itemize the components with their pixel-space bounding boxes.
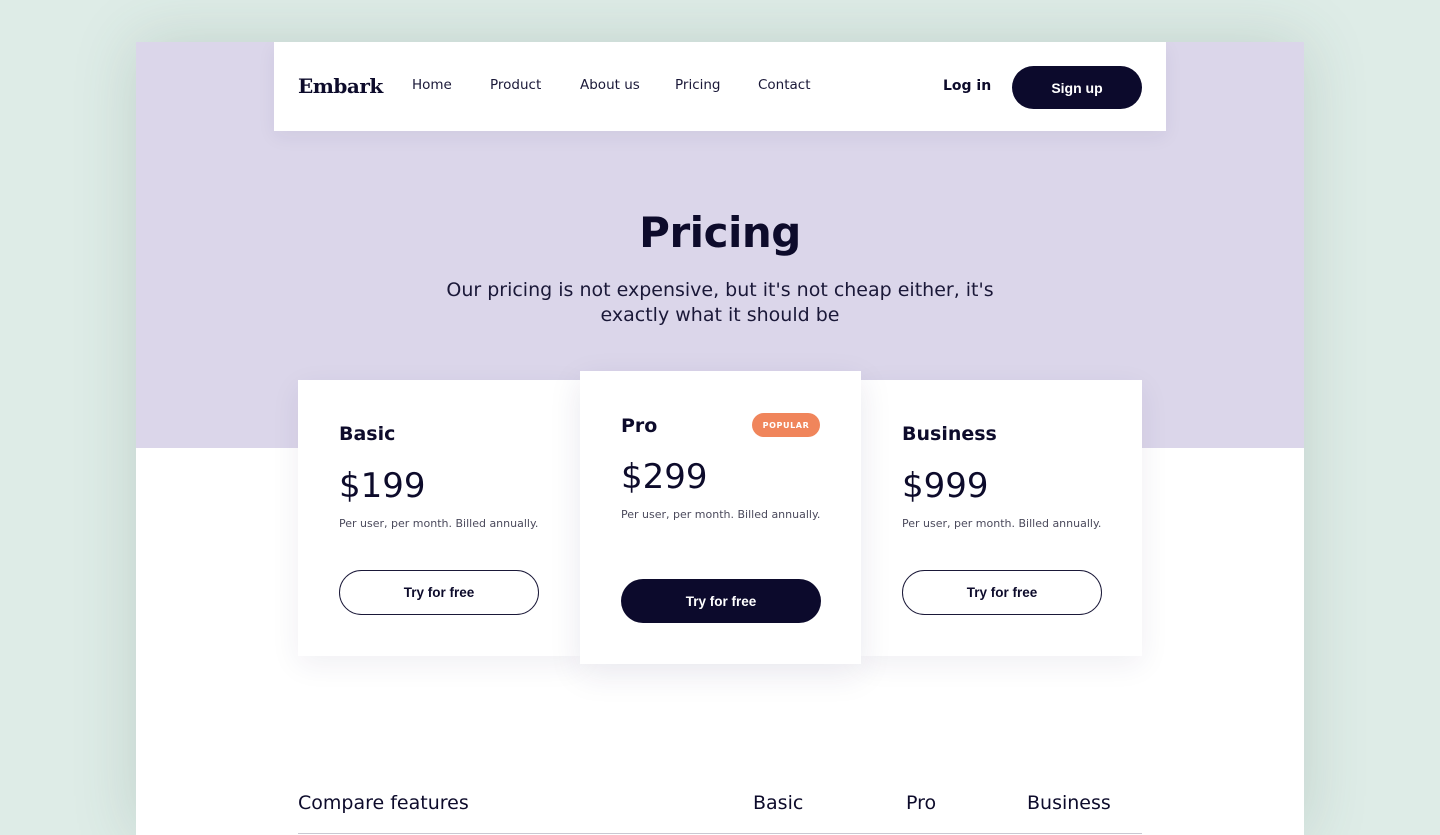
plan-price: $199 [339, 466, 426, 506]
page-title: Pricing [639, 208, 801, 257]
nav-link-home[interactable]: Home [412, 77, 452, 93]
compare-column-pro: Pro [906, 792, 937, 814]
pricing-page: Embark Home Product About us Pricing Con… [136, 42, 1304, 835]
signup-button[interactable]: Sign up [1012, 66, 1142, 109]
try-for-free-button[interactable]: Try for free [621, 579, 821, 623]
nav-link-product[interactable]: Product [490, 77, 541, 93]
plan-card-business: Business $999 Per user, per month. Bille… [861, 380, 1142, 656]
compare-column-basic: Basic [753, 792, 804, 814]
compare-divider [298, 833, 1142, 834]
compare-features-heading: Compare features [298, 792, 469, 814]
plan-card-basic: Basic $199 Per user, per month. Billed a… [298, 380, 580, 656]
plan-name: Business [902, 423, 997, 445]
nav-link-contact[interactable]: Contact [758, 77, 811, 93]
page-subtitle: Our pricing is not expensive, but it's n… [446, 279, 994, 326]
logo[interactable]: Embark [298, 74, 383, 98]
compare-column-business: Business [1027, 792, 1111, 814]
popular-badge: POPULAR [752, 413, 820, 437]
nav-link-pricing[interactable]: Pricing [675, 77, 721, 93]
plan-name: Pro [621, 415, 658, 437]
plan-billing-note: Per user, per month. Billed annually. [339, 517, 539, 530]
login-link[interactable]: Log in [943, 78, 991, 94]
plan-price: $999 [902, 466, 989, 506]
try-for-free-button[interactable]: Try for free [902, 570, 1102, 615]
plan-card-pro: Pro POPULAR $299 Per user, per month. Bi… [580, 371, 861, 664]
plan-price: $299 [621, 457, 708, 497]
plan-billing-note: Per user, per month. Billed annually. [621, 508, 821, 521]
navbar: Embark Home Product About us Pricing Con… [274, 42, 1166, 131]
plan-billing-note: Per user, per month. Billed annually. [902, 517, 1102, 530]
nav-link-about-us[interactable]: About us [580, 77, 640, 93]
plan-name: Basic [339, 423, 396, 445]
try-for-free-button[interactable]: Try for free [339, 570, 539, 615]
